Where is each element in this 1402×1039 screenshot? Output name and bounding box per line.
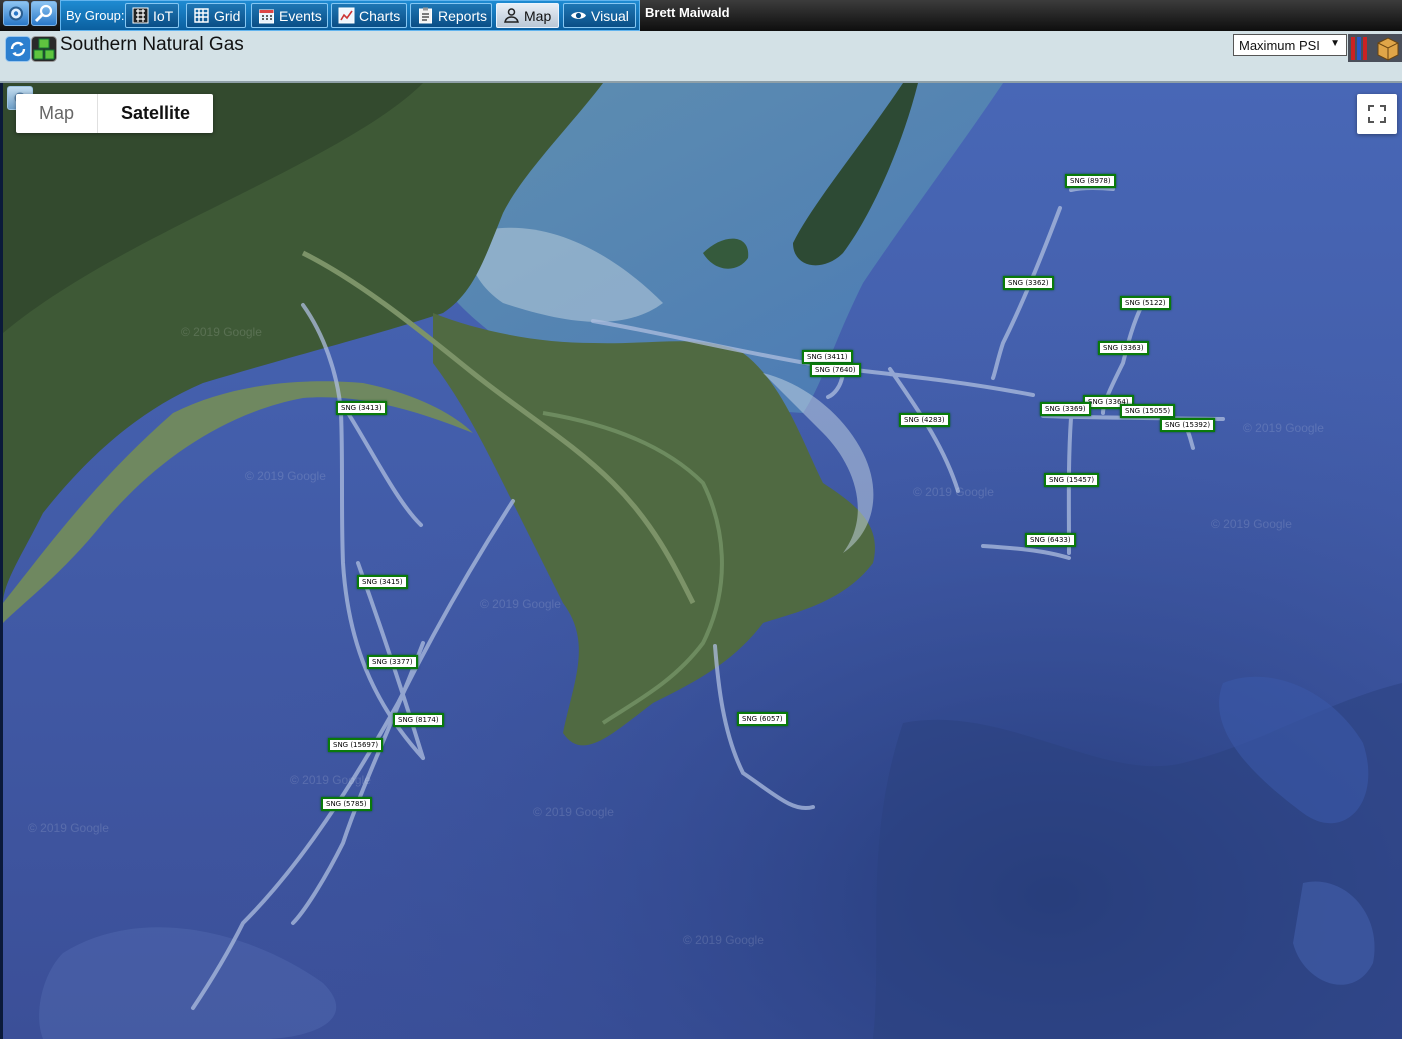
visual-button-label: Visual (591, 7, 629, 24)
well-marker[interactable]: SNG (8174) (393, 713, 444, 727)
well-marker[interactable]: SNG (3415) (357, 575, 408, 589)
events-button-label: Events (279, 7, 322, 24)
well-marker[interactable]: SNG (8978) (1065, 174, 1116, 188)
well-marker[interactable]: SNG (7640) (810, 363, 861, 377)
well-marker[interactable]: SNG (3377) (367, 655, 418, 669)
group-label: By Group: (66, 8, 125, 23)
eye-icon (571, 12, 586, 19)
map-watermark: © 2019 Google (683, 933, 764, 947)
well-marker[interactable]: SNG (3362) (1003, 276, 1054, 290)
user-name[interactable]: Brett Maiwald (645, 5, 730, 20)
package-box-icon[interactable] (1377, 37, 1399, 61)
well-marker[interactable]: SNG (4283) (899, 413, 950, 427)
dropdown-arrow-icon: ▼ (1330, 38, 1340, 49)
map-watermark: © 2019 Google (913, 485, 994, 499)
well-marker[interactable]: SNG (3411) (802, 350, 853, 364)
fullscreen-icon (1368, 105, 1386, 123)
events-button[interactable]: Events (251, 3, 328, 28)
well-marker[interactable]: SNG (15457) (1044, 473, 1100, 487)
map-person-icon (504, 8, 519, 23)
grid-icon (194, 8, 209, 23)
well-marker[interactable]: SNG (15392) (1160, 418, 1216, 432)
reports-button-label: Reports (438, 7, 488, 24)
well-marker[interactable]: SNG (5785) (321, 797, 372, 811)
iot-grid-icon (132, 7, 149, 24)
visual-button[interactable]: Visual (563, 3, 636, 28)
charts-button[interactable]: Charts (331, 3, 407, 28)
well-marker[interactable]: SNG (6433) (1025, 533, 1076, 547)
group-navigation: By Group: IoT Grid Events Charts Reports… (60, 0, 640, 31)
page-title: Southern Natural Gas (60, 34, 244, 55)
metric-select-value: Maximum PSI (1239, 38, 1320, 53)
settings-gear-icon[interactable] (3, 1, 29, 26)
line-chart-icon (338, 7, 355, 24)
cluster-nodes-icon[interactable] (31, 36, 57, 62)
well-marker[interactable]: SNG (15055) (1120, 404, 1176, 418)
map-watermark: © 2019 Google (245, 469, 326, 483)
well-marker[interactable]: SNG (3413) (336, 401, 387, 415)
map-type-map-button[interactable]: Map (16, 94, 97, 133)
map-button[interactable]: Map (496, 3, 559, 28)
well-marker[interactable]: SNG (3369) (1040, 402, 1091, 416)
metric-select[interactable]: Maximum PSI ▼ (1233, 34, 1347, 56)
map-watermark: © 2019 Google (1243, 421, 1324, 435)
gauge-bars-icon[interactable] (1351, 37, 1367, 60)
calendar-icon (259, 9, 274, 24)
reports-button[interactable]: Reports (410, 3, 492, 28)
map-watermark: © 2019 Google (181, 325, 262, 339)
title-bar: Southern Natural Gas Maximum PSI ▼ (0, 31, 1402, 83)
map-watermark: © 2019 Google (290, 773, 371, 787)
search-magnifier-icon[interactable] (31, 1, 57, 26)
well-marker[interactable]: SNG (6057) (737, 712, 788, 726)
map-button-label: Map (524, 7, 552, 24)
map-watermark: © 2019 Google (28, 821, 109, 835)
top-toolbar: By Group: IoT Grid Events Charts Reports… (0, 0, 1402, 31)
satellite-map[interactable]: © 2019 Google © 2019 Google © 2019 Googl… (3, 83, 1402, 1039)
well-marker[interactable]: SNG (5122) (1120, 296, 1171, 310)
map-imagery (3, 83, 1402, 1039)
clipboard-icon (419, 7, 432, 24)
map-watermark: © 2019 Google (1211, 517, 1292, 531)
map-watermark: © 2019 Google (533, 805, 614, 819)
grid-button[interactable]: Grid (186, 3, 246, 28)
tool-icons (1348, 34, 1402, 62)
refresh-icon[interactable] (5, 36, 31, 62)
well-marker[interactable]: SNG (3363) (1098, 341, 1149, 355)
map-type-control: Map Satellite (16, 94, 214, 133)
charts-button-label: Charts (359, 7, 401, 24)
map-watermark: © 2019 Google (480, 597, 561, 611)
grid-button-label: Grid (214, 7, 241, 24)
iot-button-label: IoT (153, 7, 174, 24)
well-marker[interactable]: SNG (15697) (328, 738, 384, 752)
fullscreen-button[interactable] (1357, 94, 1397, 134)
map-type-satellite-button[interactable]: Satellite (97, 94, 213, 133)
iot-button[interactable]: IoT (125, 3, 179, 28)
